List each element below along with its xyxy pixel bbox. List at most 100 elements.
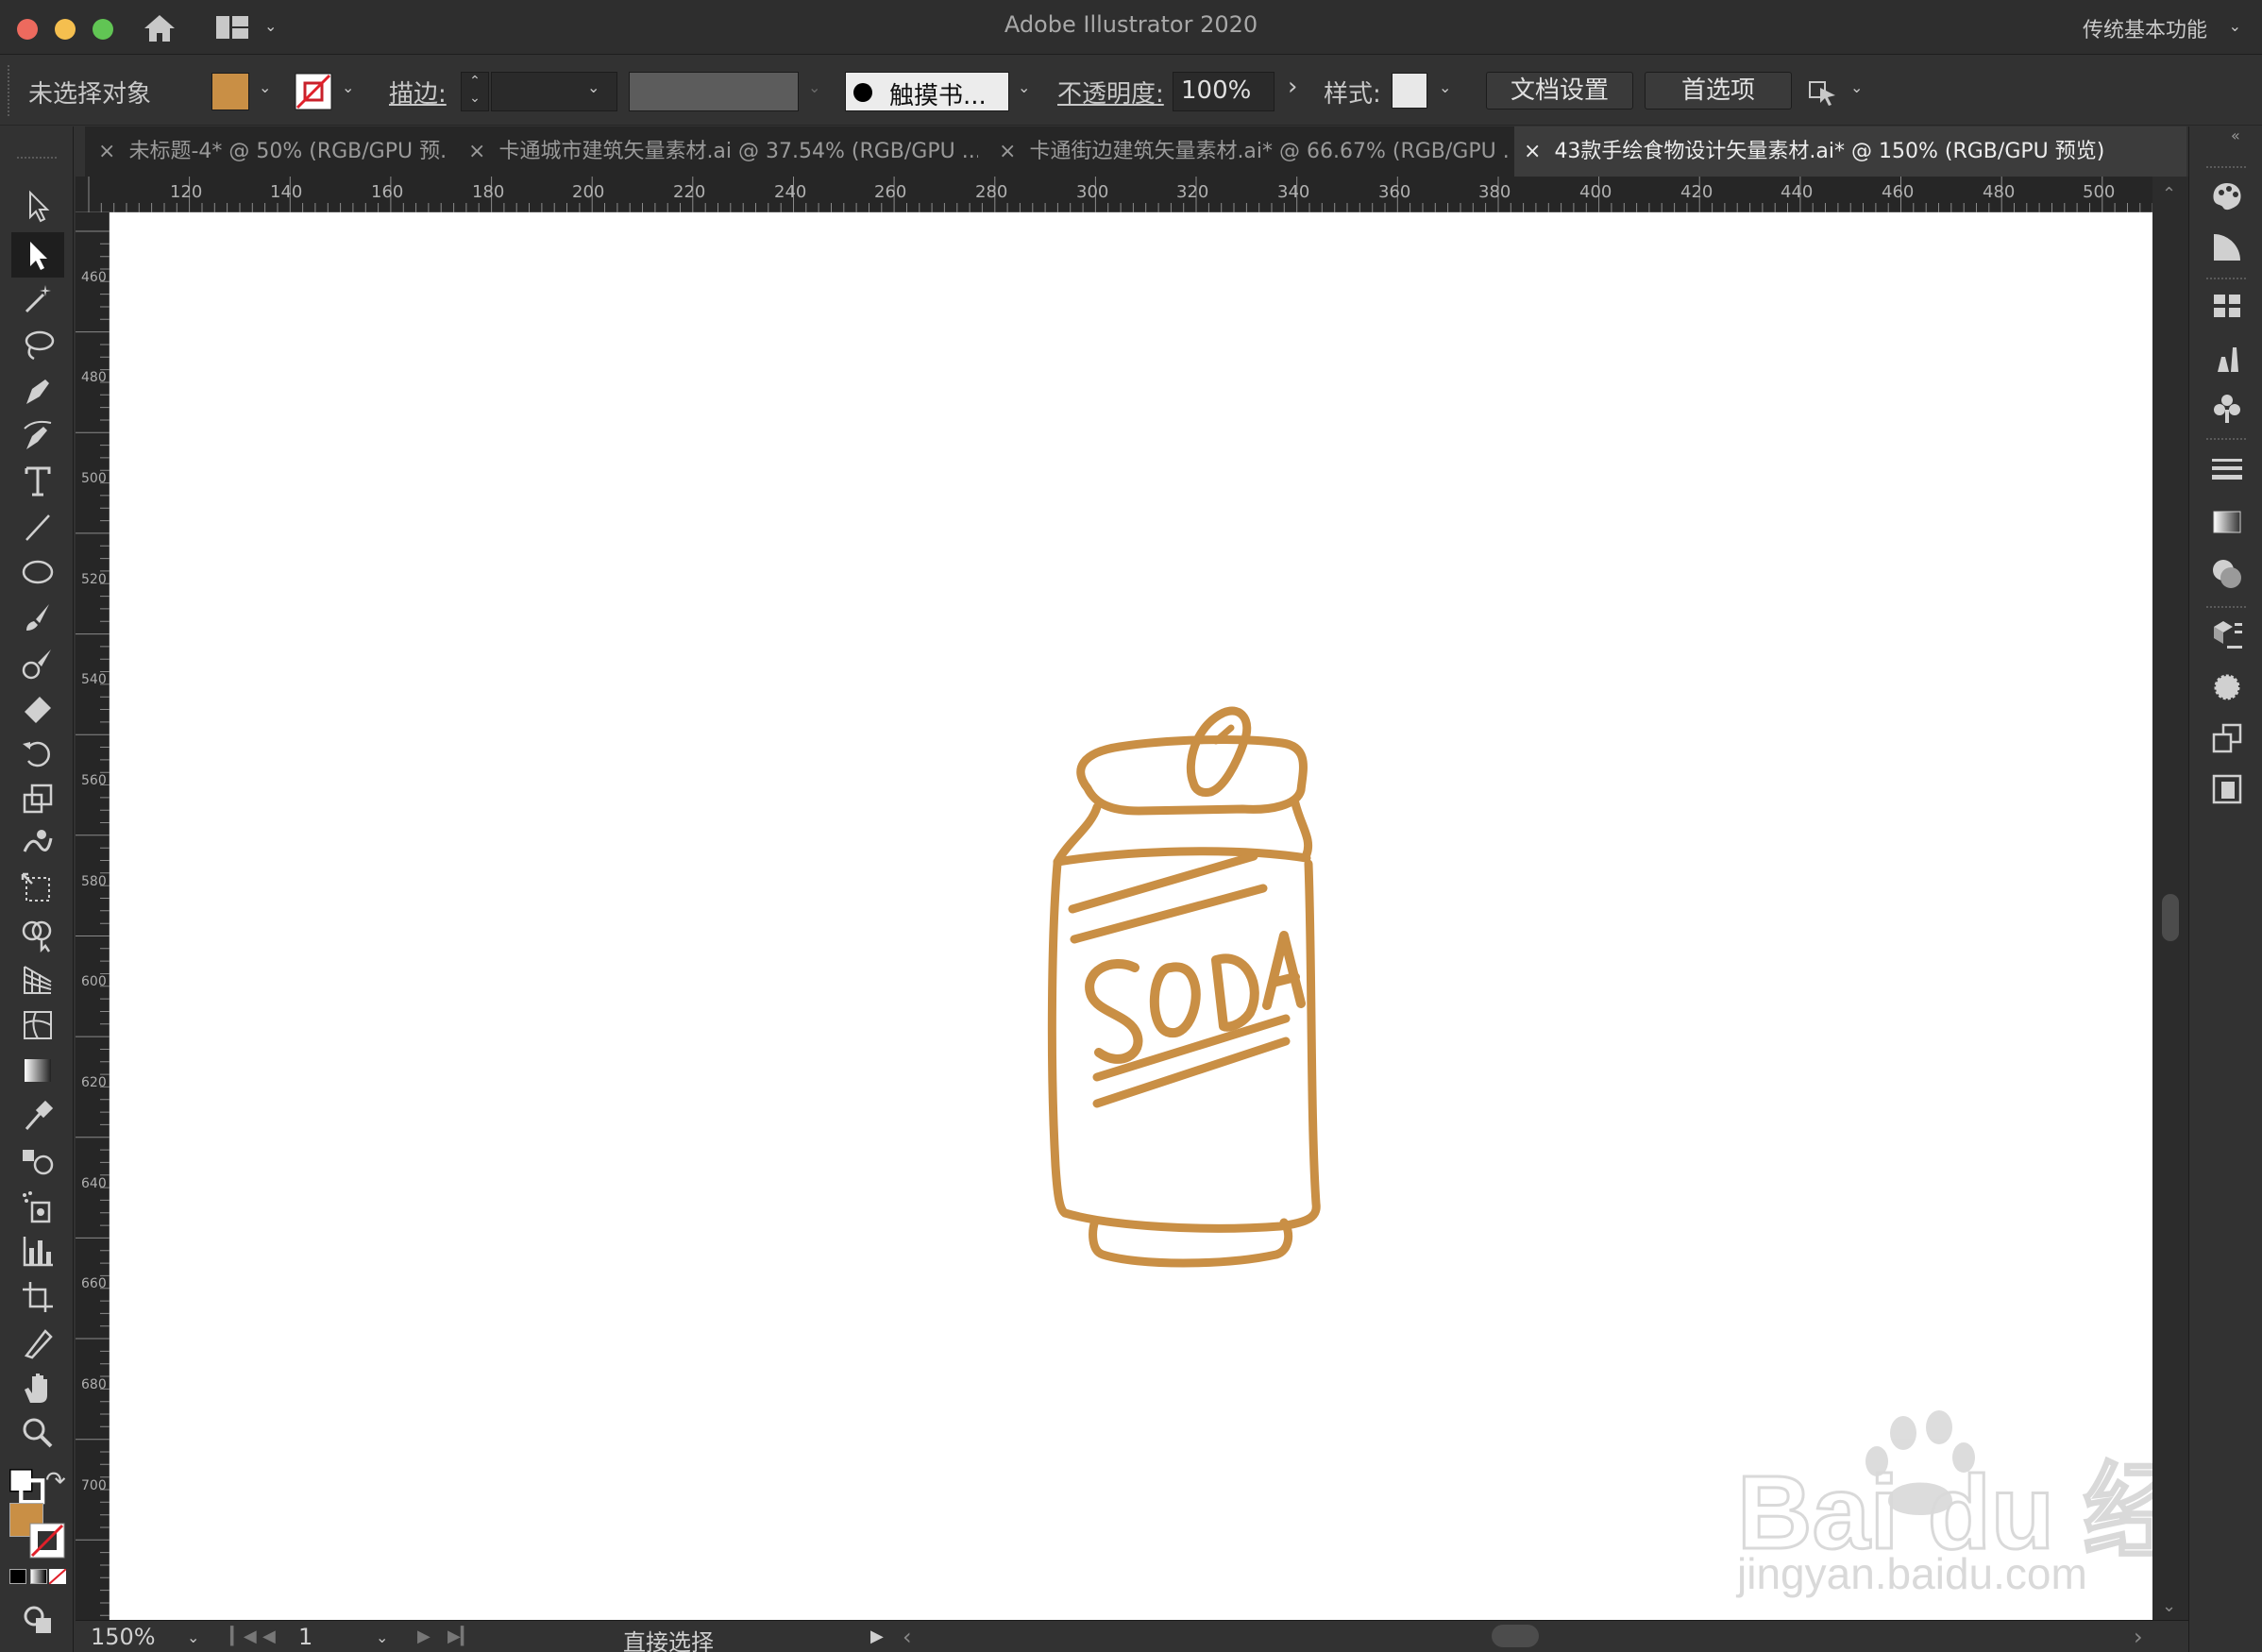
color-guide-icon[interactable] bbox=[2208, 228, 2246, 266]
stroke-color-box[interactable] bbox=[28, 1522, 66, 1559]
grip-handle[interactable] bbox=[8, 65, 11, 116]
chevron-down-icon[interactable]: ⌄ bbox=[2229, 17, 2241, 35]
chevron-down-icon[interactable]: ⌄ bbox=[187, 1628, 199, 1646]
grip-handle[interactable] bbox=[2206, 606, 2246, 608]
grip-handle[interactable] bbox=[17, 157, 57, 160]
chevron-down-icon[interactable]: ⌄ bbox=[808, 78, 820, 96]
paintbrush-tool-icon[interactable] bbox=[19, 598, 57, 636]
scroll-left-icon[interactable]: ‹ bbox=[903, 1624, 912, 1650]
gradient-panel-icon[interactable] bbox=[2208, 502, 2246, 540]
chevron-down-icon[interactable]: ⌄ bbox=[342, 78, 354, 96]
stroke-panel-icon[interactable] bbox=[2208, 449, 2246, 487]
blob-brush-tool-icon[interactable] bbox=[19, 644, 57, 682]
artboard-number[interactable]: 1 bbox=[298, 1624, 312, 1650]
layers-icon[interactable] bbox=[2208, 719, 2246, 757]
stroke-weight-stepper[interactable]: ⌃ ⌄ bbox=[461, 72, 489, 111]
last-artboard-icon[interactable]: ▶▎ bbox=[447, 1627, 474, 1646]
rotate-tool-icon[interactable] bbox=[19, 734, 57, 772]
color-mode-icon[interactable] bbox=[9, 1569, 26, 1584]
chevron-down-icon[interactable]: ⌄ bbox=[376, 1628, 388, 1646]
scroll-down-icon[interactable]: ⌄ bbox=[2162, 1596, 2176, 1616]
shape-builder-tool-icon[interactable] bbox=[19, 916, 57, 953]
swap-fill-stroke-icon[interactable]: ↷ bbox=[45, 1467, 72, 1495]
variable-width-profile[interactable] bbox=[629, 72, 799, 111]
gradient-mode-icon[interactable] bbox=[30, 1569, 47, 1584]
opacity-label[interactable]: 不透明度: bbox=[1057, 75, 1164, 110]
curvature-tool-icon[interactable] bbox=[19, 417, 57, 455]
symbol-sprayer-tool-icon[interactable] bbox=[19, 1188, 57, 1225]
column-graph-tool-icon[interactable] bbox=[19, 1233, 57, 1271]
vertical-scrollbar[interactable]: ⌃ ⌄ bbox=[2152, 177, 2188, 1620]
direct-selection-tool-icon[interactable] bbox=[11, 232, 64, 278]
previous-artboard-icon[interactable]: ◀ bbox=[262, 1627, 276, 1646]
draw-mode-icon[interactable] bbox=[19, 1601, 51, 1633]
type-tool-icon[interactable] bbox=[19, 463, 57, 500]
default-fill-stroke-icon[interactable] bbox=[8, 1467, 45, 1505]
hand-tool-icon[interactable] bbox=[19, 1369, 57, 1407]
graphic-styles-icon[interactable] bbox=[2208, 668, 2246, 706]
symbols-icon[interactable] bbox=[2208, 389, 2246, 427]
chevron-down-icon[interactable]: ⌄ bbox=[259, 78, 271, 96]
status-menu-icon[interactable]: ▶ bbox=[870, 1627, 884, 1646]
stroke-label[interactable]: 描边: bbox=[389, 75, 447, 110]
brush-definition[interactable]: 触摸书... bbox=[845, 72, 1009, 111]
fill-swatch[interactable] bbox=[211, 73, 249, 110]
collapse-panels-icon[interactable]: « bbox=[2231, 126, 2240, 144]
blend-tool-icon[interactable] bbox=[19, 1142, 57, 1180]
perspective-grid-tool-icon[interactable] bbox=[19, 961, 57, 999]
document-tab[interactable]: × 卡通城市建筑矢量素材.ai @ 37.54% (RGB/GPU ... bbox=[459, 126, 978, 177]
close-tab-icon[interactable]: × bbox=[98, 140, 115, 163]
appearance-icon[interactable] bbox=[2208, 615, 2246, 653]
ellipse-tool-icon[interactable] bbox=[19, 553, 57, 591]
line-tool-icon[interactable] bbox=[19, 508, 57, 546]
artboards-icon[interactable] bbox=[2208, 770, 2246, 808]
close-tab-icon[interactable]: × bbox=[999, 140, 1016, 163]
close-tab-icon[interactable]: × bbox=[468, 140, 485, 163]
stroke-swatch[interactable] bbox=[295, 73, 332, 110]
first-artboard-icon[interactable]: ▎◀ bbox=[230, 1627, 257, 1646]
chevron-down-icon[interactable]: ⌄ bbox=[1018, 78, 1030, 96]
scale-tool-icon[interactable] bbox=[19, 780, 57, 818]
eyedropper-tool-icon[interactable] bbox=[19, 1097, 57, 1135]
selection-tool-icon[interactable] bbox=[19, 187, 57, 225]
scroll-thumb[interactable] bbox=[2162, 894, 2179, 941]
horizontal-ruler[interactable]: 120 140 160 180 200 220 240 260 280 300 … bbox=[76, 177, 2188, 212]
grip-handle[interactable] bbox=[2206, 438, 2246, 440]
arrange-panel-icon[interactable] bbox=[1807, 75, 1841, 109]
workspace-switcher[interactable]: 传统基本功能 bbox=[2083, 13, 2207, 43]
eraser-tool-icon[interactable] bbox=[19, 689, 57, 727]
swatches-icon[interactable] bbox=[2208, 287, 2246, 325]
preferences-button[interactable]: 首选项 bbox=[1645, 72, 1792, 110]
chevron-down-icon[interactable]: ⌄ bbox=[1439, 78, 1451, 96]
grip-handle[interactable] bbox=[2206, 278, 2246, 279]
zoom-tool-icon[interactable] bbox=[19, 1414, 57, 1452]
chevron-down-icon[interactable]: ⌄ bbox=[1850, 78, 1863, 96]
next-artboard-icon[interactable]: ▶ bbox=[417, 1627, 430, 1646]
opacity-input[interactable]: 100% bbox=[1173, 72, 1274, 111]
free-transform-tool-icon[interactable] bbox=[19, 870, 57, 908]
document-tab[interactable]: × 卡通街边建筑矢量素材.ai* @ 66.67% (RGB/GPU ... bbox=[989, 126, 1509, 177]
chevron-right-icon[interactable]: › bbox=[1288, 73, 1297, 101]
warp-tool-icon[interactable] bbox=[19, 825, 57, 863]
scroll-up-icon[interactable]: ⌃ bbox=[2162, 184, 2176, 204]
zoom-level[interactable]: 150% bbox=[91, 1624, 156, 1650]
close-tab-icon[interactable]: × bbox=[1524, 140, 1541, 163]
grip-handle[interactable] bbox=[2206, 166, 2246, 168]
document-setup-button[interactable]: 文档设置 bbox=[1486, 72, 1633, 110]
horizontal-scroll-thumb[interactable] bbox=[1492, 1625, 1539, 1647]
brushes-icon[interactable] bbox=[2208, 338, 2246, 376]
none-mode-icon[interactable] bbox=[49, 1569, 66, 1584]
pen-tool-icon[interactable] bbox=[19, 372, 57, 410]
transparency-icon[interactable] bbox=[2208, 555, 2246, 593]
vertical-ruler[interactable]: 460 480 500 520 540 560 580 600 620 640 … bbox=[76, 212, 110, 1620]
lasso-tool-icon[interactable] bbox=[19, 327, 57, 364]
document-tab-active[interactable]: × 43款手绘食物设计矢量素材.ai* @ 150% (RGB/GPU 预览) bbox=[1514, 126, 2186, 177]
color-palette-icon[interactable] bbox=[2208, 177, 2246, 215]
mesh-tool-icon[interactable] bbox=[19, 1006, 57, 1044]
graphic-style-swatch[interactable] bbox=[1392, 73, 1427, 109]
document-tab[interactable]: × 未标题-4* @ 50% (RGB/GPU 预... bbox=[89, 126, 447, 177]
chevron-down-icon[interactable]: ⌄ bbox=[587, 78, 599, 96]
gradient-tool-icon[interactable] bbox=[19, 1052, 57, 1089]
artboard-tool-icon[interactable] bbox=[19, 1278, 57, 1316]
slice-tool-icon[interactable] bbox=[19, 1323, 57, 1361]
